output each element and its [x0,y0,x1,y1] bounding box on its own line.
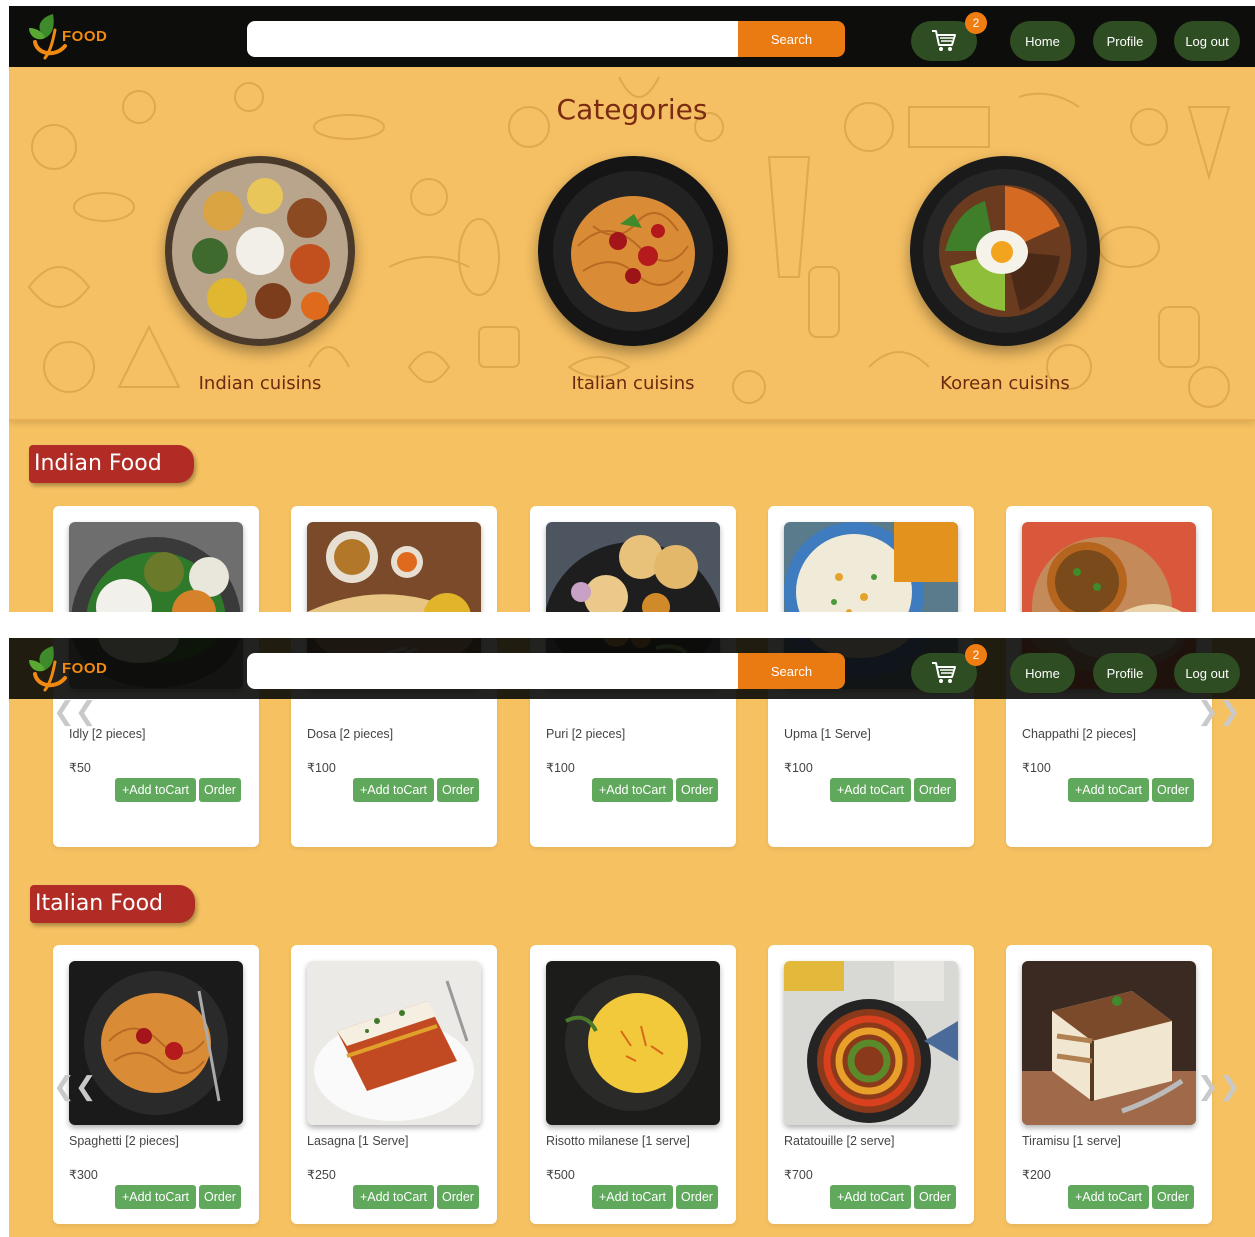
food-name: Dosa [2 pieces] [307,727,394,741]
search-button[interactable]: Search [738,21,845,57]
logo-text: FOOD [62,660,108,677]
section-title-italian: Italian Food [30,885,195,923]
search-input[interactable] [247,653,739,689]
spaghetti-image [538,156,728,346]
food-card: Ratatouille [2 serve] ₹700 +Add toCart O… [768,945,974,1224]
category-korean-label[interactable]: Korean cuisins [865,373,1145,394]
category-italian-label[interactable]: Italian cuisins [493,373,773,394]
add-to-cart-button[interactable]: +Add toCart [353,778,434,802]
profile-button[interactable]: Profile [1093,21,1157,61]
search-button[interactable]: Search [738,653,845,689]
food-card [291,506,497,612]
food-name: Tiramisu [1 serve] [1022,1134,1121,1148]
food-card: Tiramisu [1 serve] ₹200 +Add toCart Orde… [1006,945,1212,1224]
food-card [530,506,736,612]
bibimbap-image [910,156,1100,346]
food-name: Idly [2 pieces] [69,727,146,741]
food-image-tiramisu [1022,961,1196,1125]
cart-icon [932,30,956,51]
add-to-cart-button[interactable]: +Add toCart [353,1185,434,1209]
food-card: Risotto milanese [1 serve] ₹500 +Add toC… [530,945,736,1224]
food-price: ₹100 [546,761,575,775]
add-to-cart-button[interactable]: +Add toCart [115,1185,196,1209]
cart-count-badge: 2 [965,644,987,666]
order-button[interactable]: Order [437,1185,479,1209]
order-button[interactable]: Order [676,778,718,802]
food-price: ₹200 [1022,1168,1051,1182]
food-name: Puri [2 pieces] [546,727,626,741]
order-button[interactable]: Order [1152,778,1194,802]
food-price: ₹100 [307,761,336,775]
add-to-cart-button[interactable]: +Add toCart [592,1185,673,1209]
food-image-puri [546,522,720,612]
order-button[interactable]: Order [1152,1185,1194,1209]
food-price: ₹700 [784,1168,813,1182]
food-image-lasagna [307,961,481,1125]
order-button[interactable]: Order [914,1185,956,1209]
add-to-cart-button[interactable]: +Add toCart [830,1185,911,1209]
food-name: Risotto milanese [1 serve] [546,1134,690,1148]
food-name: Chappathi [2 pieces] [1022,727,1136,741]
order-button[interactable]: Order [199,778,241,802]
categories-hero: Categories Indian cuisins Italian cuisin… [9,67,1255,421]
food-name: Ratatouille [2 serve] [784,1134,895,1148]
add-to-cart-button[interactable]: +Add toCart [1068,1185,1149,1209]
food-price: ₹250 [307,1168,336,1182]
indian-thali-image [165,156,355,346]
order-button[interactable]: Order [676,1185,718,1209]
food-image-dosa [307,522,481,612]
food-price: ₹100 [1022,761,1051,775]
home-button[interactable]: Home [1010,21,1075,61]
food-card [768,506,974,612]
category-indian-image[interactable] [165,156,355,346]
order-button[interactable]: Order [437,778,479,802]
food-price: ₹50 [69,761,91,775]
add-to-cart-button[interactable]: +Add toCart [830,778,911,802]
order-button[interactable]: Order [914,778,956,802]
cart-count-badge: 2 [965,12,987,34]
food-card [1006,506,1212,612]
food-image-upma [784,522,958,612]
food-price: ₹500 [546,1168,575,1182]
food-image-idly [69,522,243,612]
profile-button[interactable]: Profile [1093,653,1157,693]
food-image-risotto [546,961,720,1125]
category-italian-image[interactable] [538,156,728,346]
home-button[interactable]: Home [1010,653,1075,693]
logout-button[interactable]: Log out [1174,21,1240,61]
add-to-cart-button[interactable]: +Add toCart [115,778,196,802]
navbar: FOOD Search 2 Home Profile Log out [9,638,1255,699]
carousel-next-icon[interactable]: ❯❯ [1197,1071,1241,1102]
screenshot-top: FOOD Search 2 Home Profile Log out Categ… [9,6,1255,612]
screenshot-bottom: Idly [2 pieces] ₹50 +Add toCart Order Do… [9,638,1255,1237]
food-name: Spaghetti [2 pieces] [69,1134,179,1148]
food-card: Lasagna [1 Serve] ₹250 +Add toCart Order [291,945,497,1224]
carousel-prev-icon[interactable]: ❮❮ [53,696,97,727]
carousel-prev-icon[interactable]: ❮❮ [53,1071,97,1102]
carousel-next-icon[interactable]: ❯❯ [1197,696,1241,727]
logo-text: FOOD [62,28,108,45]
food-price: ₹100 [784,761,813,775]
order-button[interactable]: Order [199,1185,241,1209]
cart-icon [932,662,956,683]
food-name: Upma [1 Serve] [784,727,871,741]
navbar: FOOD Search 2 Home Profile Log out [9,6,1255,67]
food-price: ₹300 [69,1168,98,1182]
categories-title: Categories [556,93,708,126]
food-image-chappathi [1022,522,1196,612]
logout-button[interactable]: Log out [1174,653,1240,693]
search-input[interactable] [247,21,739,57]
category-indian-label[interactable]: Indian cuisins [120,373,400,394]
category-korean-image[interactable] [910,156,1100,346]
food-card [53,506,259,612]
food-name: Lasagna [1 Serve] [307,1134,409,1148]
section-title-indian: Indian Food [29,445,194,483]
add-to-cart-button[interactable]: +Add toCart [592,778,673,802]
add-to-cart-button[interactable]: +Add toCart [1068,778,1149,802]
food-image-ratatouille [784,961,958,1125]
